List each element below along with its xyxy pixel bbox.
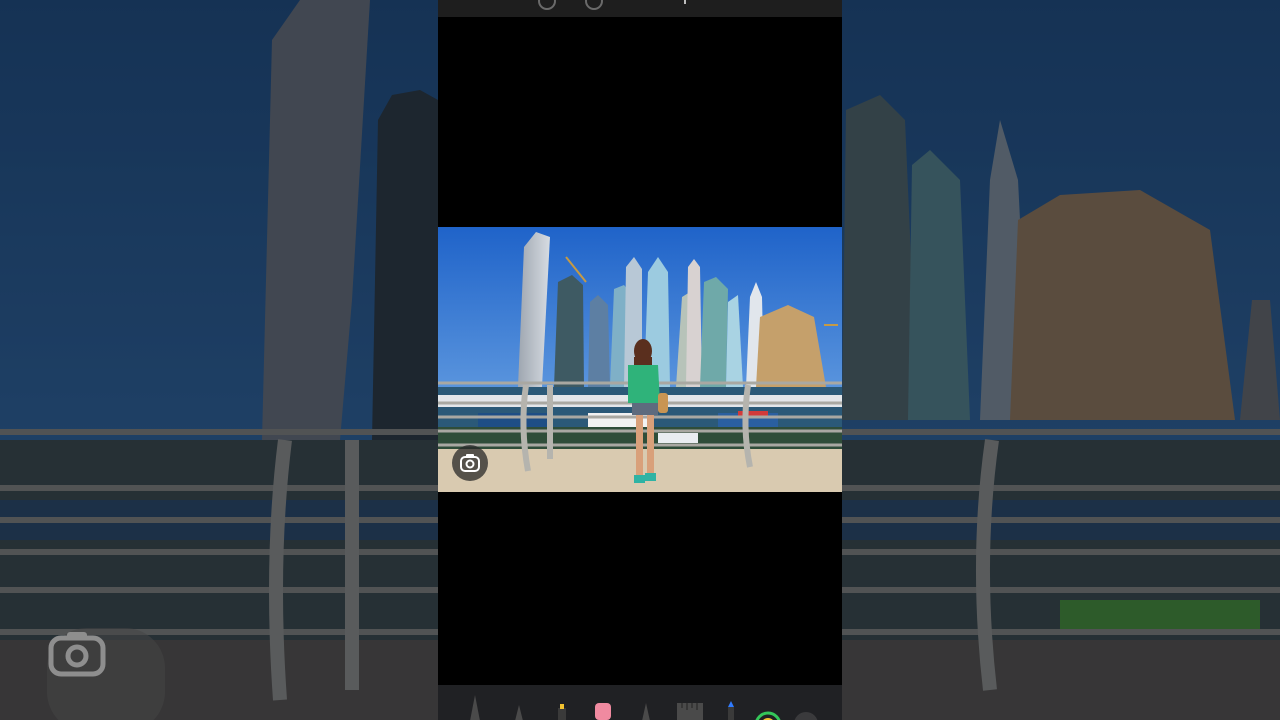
markup-toolbar	[438, 685, 842, 720]
marker-tool-icon[interactable]	[726, 700, 736, 720]
google-lens-icon	[460, 454, 480, 472]
circle-control-icon[interactable]	[585, 0, 603, 10]
eraser-tool-icon[interactable]	[594, 702, 612, 720]
more-tool-icon[interactable]	[792, 711, 820, 720]
divider	[684, 0, 686, 4]
highlighter-tool-icon[interactable]	[556, 702, 568, 720]
fine-pen-tool-icon[interactable]	[640, 701, 652, 720]
background-lens-icon	[47, 628, 165, 720]
phone-screen	[438, 0, 842, 720]
google-lens-button[interactable]	[452, 445, 488, 481]
ruler-tool-icon[interactable]	[676, 702, 704, 720]
color-picker-icon[interactable]	[754, 711, 782, 720]
pen-tool-icon[interactable]	[514, 703, 524, 720]
main-photo[interactable]	[438, 227, 842, 492]
top-bar	[438, 0, 842, 17]
pencil-tool-icon[interactable]	[468, 693, 482, 720]
circle-control-icon[interactable]	[538, 0, 556, 10]
